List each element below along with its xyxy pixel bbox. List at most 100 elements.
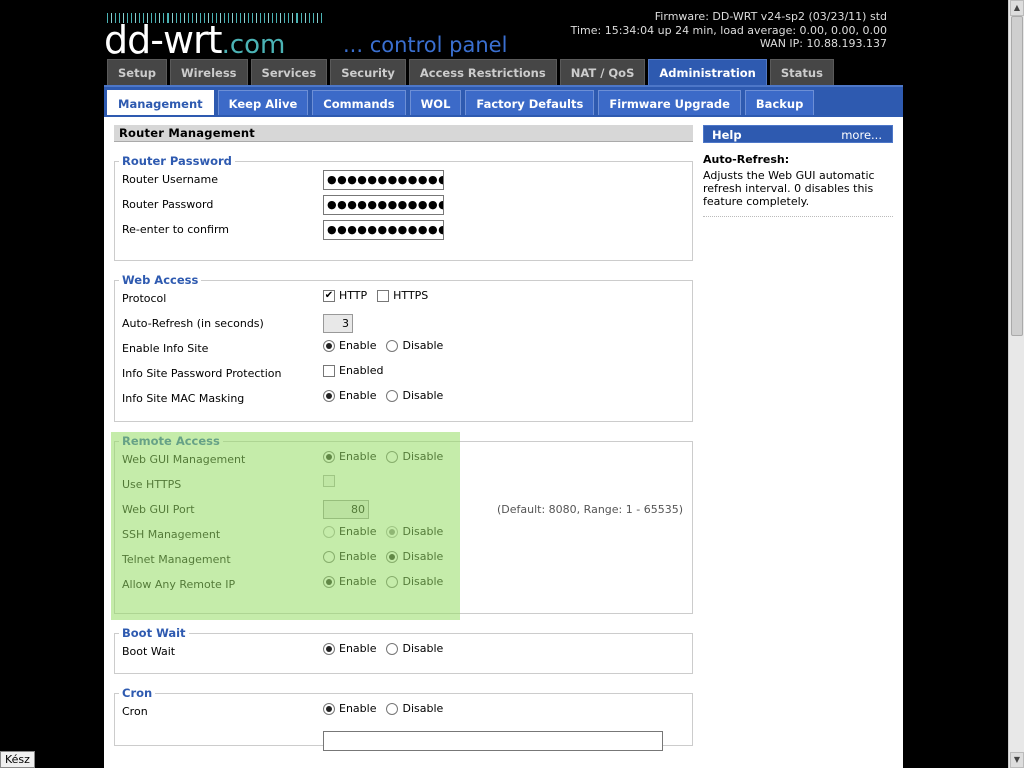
boot-wait-disable-radio[interactable] (386, 642, 399, 655)
header: dd-wrt.com ... control panel Firmware: D… (0, 0, 1008, 85)
sub-nav-band: Management Keep Alive Commands WOL Facto… (104, 85, 903, 117)
info-site-label: Enable Info Site (122, 342, 209, 355)
gui-mgmt-disable-radio[interactable] (386, 450, 399, 463)
info-site-enable-radio[interactable] (323, 339, 335, 352)
tab-security[interactable]: Security (330, 59, 406, 85)
scroll-thumb[interactable] (1011, 16, 1023, 336)
subtab-factory-defaults[interactable]: Factory Defaults (465, 90, 595, 115)
boot-wait-row: Boot Wait Enable Disable (115, 640, 692, 665)
confirm-label: Re-enter to confirm (122, 223, 229, 236)
subtab-firmware-upgrade[interactable]: Firmware Upgrade (598, 90, 741, 115)
scroll-up-arrow-icon[interactable]: ▲ (1010, 0, 1024, 16)
confirm-row: Re-enter to confirm ●●●●●●●●●●●●●●●● (115, 218, 692, 243)
disable-label: Disable (402, 525, 444, 538)
cron-row: Cron Enable Disable (115, 700, 692, 725)
username-label: Router Username (122, 173, 219, 186)
telnet-disable-radio[interactable] (386, 550, 399, 563)
cron-jobs-row (115, 725, 692, 751)
subtab-keep-alive[interactable]: Keep Alive (217, 90, 309, 115)
info-site-row: Enable Info Site Enable Disable (115, 337, 692, 362)
protocol-label: Protocol (122, 292, 167, 305)
telnet-label: Telnet Management (122, 553, 231, 566)
remote-ip-disable-radio[interactable] (386, 575, 399, 588)
info-site-disable-radio[interactable] (386, 339, 399, 352)
https-label: HTTPS (393, 289, 429, 302)
remote-ip-label: Allow Any Remote IP (122, 578, 236, 591)
auto-refresh-row: Auto-Refresh (in seconds) 3 (115, 312, 692, 337)
help-heading: Auto-Refresh: (703, 153, 790, 166)
tab-setup[interactable]: Setup (107, 59, 167, 85)
enable-label: Enable (339, 702, 377, 715)
tab-wireless[interactable]: Wireless (170, 59, 248, 85)
tab-nat-qos[interactable]: NAT / QoS (559, 59, 646, 85)
enable-label: Enable (339, 339, 377, 352)
enable-label: Enable (339, 525, 377, 538)
firmware-info: Firmware: DD-WRT v24-sp2 (03/23/11) std … (571, 10, 887, 51)
subtab-backup[interactable]: Backup (744, 90, 815, 115)
ssh-disable-radio[interactable] (386, 525, 399, 538)
disable-label: Disable (402, 550, 444, 563)
wan-ip: WAN IP: 10.88.193.137 (759, 37, 887, 50)
confirm-password-input[interactable]: ●●●●●●●●●●●●●●●● (323, 220, 444, 240)
subtab-management[interactable]: Management (107, 90, 214, 115)
cron-section: Cron Cron Enable Disable (114, 686, 693, 751)
boot-wait-label: Boot Wait (122, 645, 176, 658)
section-legend: Cron (122, 686, 153, 700)
disable-label: Disable (402, 702, 444, 715)
section-legend: Remote Access (122, 434, 220, 448)
telnet-row: Telnet Management Enable Disable (115, 548, 692, 573)
subtab-wol[interactable]: WOL (409, 90, 462, 115)
cron-enable-radio[interactable] (323, 702, 335, 715)
tab-access-restrictions[interactable]: Access Restrictions (408, 59, 557, 85)
port-hint: (Default: 8080, Range: 1 - 65535) (497, 503, 683, 516)
ssh-enable-radio[interactable] (323, 525, 335, 538)
password-input[interactable]: ●●●●●●●●●●●●●●●● (323, 195, 444, 215)
disable-label: Disable (402, 339, 444, 352)
mac-masking-disable-radio[interactable] (386, 389, 399, 402)
page-title: Router Management (114, 125, 693, 142)
remote-ip-row: Allow Any Remote IP Enable Disable (115, 573, 692, 598)
info-password-checkbox[interactable] (323, 364, 335, 377)
scrollbar[interactable]: ▲ ▼ (1008, 0, 1024, 768)
help-text: Adjusts the Web GUI automatic refresh in… (703, 169, 893, 217)
tab-services[interactable]: Services (250, 59, 328, 85)
ssh-label: SSH Management (122, 528, 221, 541)
logo-tagline: ... control panel (343, 33, 508, 57)
https-checkbox[interactable] (377, 289, 390, 302)
web-access-section: Web Access Protocol ✔ HTTP HTTPS Auto-Ref… (114, 273, 693, 422)
cron-disable-radio[interactable] (386, 702, 399, 715)
use-https-checkbox[interactable] (323, 475, 335, 487)
scroll-down-arrow-icon[interactable]: ▼ (1010, 752, 1024, 768)
main-column: Router Management Router Password Router… (111, 125, 693, 751)
telnet-enable-radio[interactable] (323, 550, 335, 563)
enable-label: Enable (339, 575, 377, 588)
gui-port-input[interactable]: 80 (323, 500, 369, 519)
tab-administration[interactable]: Administration (648, 59, 767, 85)
username-input[interactable]: ●●●●●●●●●●●●●●●● (323, 170, 444, 190)
gui-mgmt-label: Web GUI Management (122, 453, 246, 466)
enable-label: Enable (339, 389, 377, 402)
disable-label: Disable (402, 642, 444, 655)
section-legend: Boot Wait (122, 626, 186, 640)
sub-nav: Management Keep Alive Commands WOL Facto… (107, 90, 815, 115)
router-password-section: Router Password Router Username ●●●●●●●●… (114, 154, 693, 261)
password-row: Router Password ●●●●●●●●●●●●●●●● (115, 193, 692, 218)
status-bar: Kész (0, 751, 35, 768)
use-https-row: Use HTTPS (115, 473, 692, 498)
tab-status[interactable]: Status (769, 59, 834, 85)
enable-label: Enable (339, 550, 377, 563)
remote-ip-enable-radio[interactable] (323, 575, 335, 588)
gui-mgmt-enable-radio[interactable] (323, 450, 335, 463)
auto-refresh-input[interactable]: 3 (323, 314, 353, 333)
http-label: HTTP (339, 289, 368, 302)
subtab-commands[interactable]: Commands (312, 90, 406, 115)
help-more-link[interactable]: more... (841, 126, 882, 144)
gui-port-label: Web GUI Port (122, 503, 195, 516)
disable-label: Disable (402, 450, 444, 463)
uptime: Time: 15:34:04 up 24 min, load average: … (570, 23, 887, 37)
http-checkbox[interactable]: ✔ (323, 289, 335, 302)
mac-masking-enable-radio[interactable] (323, 389, 335, 402)
boot-wait-enable-radio[interactable] (323, 642, 335, 655)
cron-jobs-textarea[interactable] (323, 731, 663, 751)
ssh-row: SSH Management Enable Disable (115, 523, 692, 548)
